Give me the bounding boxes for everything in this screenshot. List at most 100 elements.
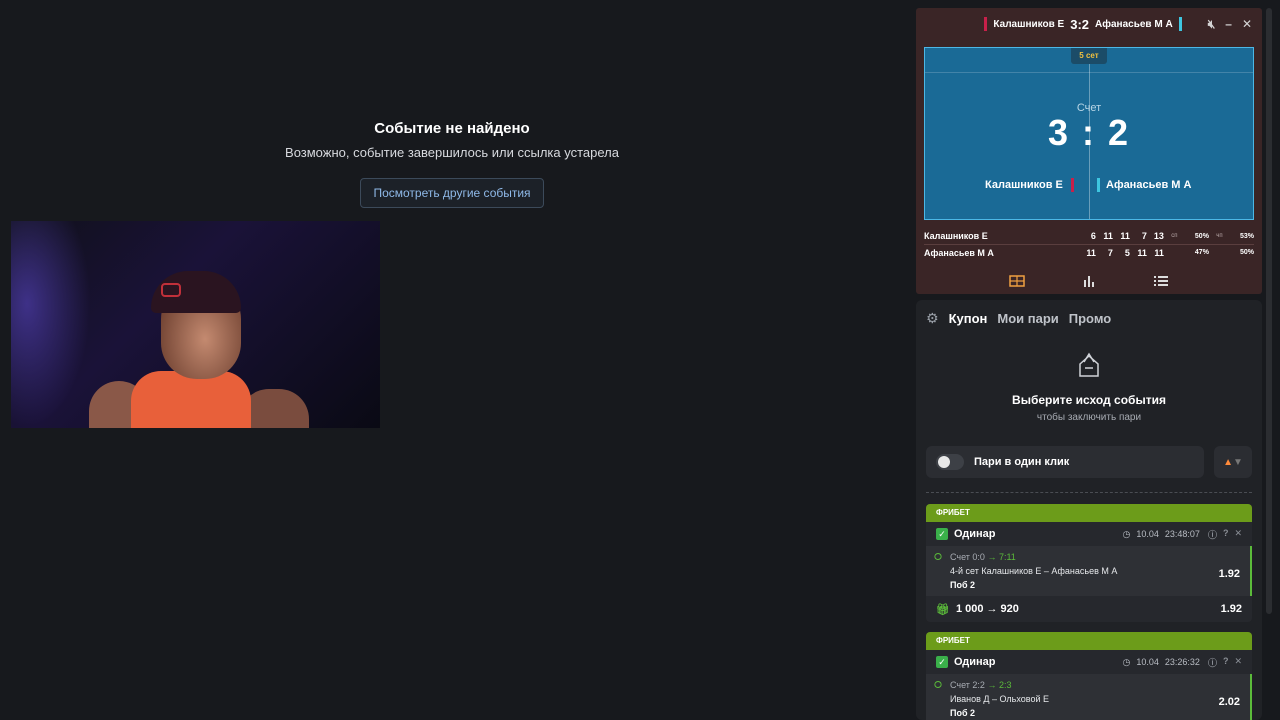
tab-coupon[interactable]: Купон — [949, 311, 988, 326]
help-icon[interactable]: ? — [1223, 528, 1229, 541]
stat-label: сп — [1171, 233, 1178, 239]
stat-pct: 53% — [1240, 232, 1255, 240]
scoreboard-tabs — [916, 268, 1262, 294]
clock-icon: ◷ — [1122, 528, 1131, 539]
stat-pct: 50% — [1194, 232, 1209, 240]
bet-actions: ⓘ ? ✕ — [1208, 656, 1242, 669]
set-value: 13 — [1153, 231, 1164, 241]
close-icon[interactable]: ✕ — [1234, 656, 1242, 669]
arrow-icon: → — [986, 603, 998, 615]
score-text: Счет 0:0 — [950, 552, 985, 562]
set-player-name: Калашников Е — [924, 231, 988, 241]
set-badge: 5 сет — [1071, 48, 1107, 64]
info-icon[interactable]: ⓘ — [1208, 656, 1217, 669]
sum-odds: 1.92 — [1220, 603, 1242, 615]
one-click-bet-toggle[interactable]: Пари в один клик — [926, 446, 1204, 478]
player1-color-mark — [1070, 178, 1074, 192]
set-value: 7 — [1107, 247, 1113, 258]
stat-pct: 47% — [1194, 249, 1209, 256]
header-player1: Калашников Е — [993, 18, 1065, 30]
gear-icon[interactable]: ⚙ — [926, 310, 939, 327]
bet-score: Счет 2:2 → 2:3 — [950, 680, 1240, 690]
minimize-icon[interactable]: – — [1225, 17, 1232, 32]
set-value: 7 — [1141, 231, 1147, 241]
divider — [926, 492, 1252, 493]
coupon-tabs: ⚙ Купон Мои пари Промо — [926, 310, 1111, 327]
player2-color-mark — [1178, 17, 1182, 31]
close-icon[interactable]: ✕ — [1242, 17, 1252, 32]
set-value: 6 — [1090, 231, 1096, 241]
bet-score: Счет 0:0 → 7:11 — [950, 552, 1240, 562]
bet-odds: 2.02 — [1218, 696, 1240, 708]
set-value: 11 — [1103, 231, 1113, 241]
check-icon: ✓ — [936, 528, 948, 540]
close-icon[interactable]: ✕ — [1234, 528, 1242, 541]
bet-timestamp: ◷ 10.04 23:48:07 — [1123, 529, 1200, 540]
court-visual: 5 сет Счет 3 : 2 Калашников Е Афанасьев … — [924, 47, 1254, 220]
help-icon[interactable]: ? — [1223, 656, 1229, 669]
tab-promo[interactable]: Промо — [1069, 311, 1111, 326]
stat-pct: 50% — [1240, 249, 1255, 256]
bet-card[interactable]: ФРИБЕТ ✓ Одинар ◷ 10.04 23:48:07 ⓘ ? ✕ ⭘ — [926, 504, 1252, 622]
freebet-label: ФРИБЕТ — [926, 632, 1252, 650]
court-player1-name: Калашников Е — [985, 179, 1063, 191]
set-value: 11 — [1086, 247, 1096, 258]
page-scrollbar[interactable] — [1266, 8, 1272, 614]
bet-type-row: ✓ Одинар ◷ 10.04 23:26:32 ⓘ ? ✕ — [926, 650, 1252, 674]
tab-my-bets[interactable]: Мои пари — [997, 311, 1058, 326]
player2-color-mark — [1097, 178, 1100, 192]
set-value: 11 — [1154, 247, 1164, 258]
stat-label: чп — [1216, 233, 1223, 239]
view-other-events-button[interactable]: Посмотреть другие события — [360, 178, 544, 208]
tennis-icon: ⭘ — [934, 552, 942, 563]
tennis-icon: ⭘ — [934, 680, 942, 691]
gift-icon: 🎁︎ — [936, 603, 950, 616]
scoreboard-header: Калашников Е 3:2 Афанасьев М А 🔇︎ – ✕ — [916, 8, 1262, 40]
webcam-person-shirt — [131, 371, 251, 428]
bet-timestamp: ◷ 10.04 23:26:32 — [1123, 657, 1200, 668]
scoreboard-grid-icon[interactable] — [1009, 275, 1025, 287]
coupon-panel: ⚙ Купон Мои пари Промо Выберите исход со… — [916, 300, 1262, 720]
toggle-switch[interactable] — [936, 454, 964, 470]
bet-date: 10.04 — [1136, 657, 1159, 667]
score-text: Счет 2:2 — [950, 680, 985, 690]
sum-from: 1 000 — [955, 603, 984, 615]
court-player2-name: Афанасьев М А — [1106, 179, 1192, 191]
bet-pick: Поб 2 — [950, 708, 976, 718]
info-icon[interactable]: ⓘ — [1208, 528, 1217, 541]
score-arrow: → 2:3 — [987, 680, 1012, 690]
not-found-title: Событие не найдено — [374, 120, 530, 137]
set-value: 11 — [1137, 247, 1147, 258]
header-score: 3:2 — [1070, 16, 1090, 32]
sort-icon[interactable]: ▲ ▼ — [1214, 446, 1252, 478]
bet-type-row: ✓ Одинар ◷ 10.04 23:48:07 ⓘ ? ✕ — [926, 522, 1252, 546]
stats-chart-icon[interactable] — [1081, 275, 1097, 287]
bet-card[interactable]: ФРИБЕТ ✓ Одинар ◷ 10.04 23:26:32 ⓘ ? ✕ ⭘ — [926, 632, 1252, 720]
bet-type: Одинар — [954, 528, 996, 540]
bet-selection: ⭘ Счет 2:2 → 2:3 Иванов Д – Ольховой Е П… — [926, 674, 1252, 720]
set-row: Афанасьев М А 11 7 5 11 11 47% 50% — [924, 244, 1254, 260]
check-icon: ✓ — [936, 656, 948, 668]
player1-color-mark — [984, 17, 988, 31]
bet-time: 23:48:07 — [1164, 529, 1200, 539]
bet-odds: 1.92 — [1218, 568, 1240, 580]
set-player-name: Афанасьев М А — [924, 247, 994, 258]
bet-time: 23:26:32 — [1164, 657, 1200, 667]
list-icon[interactable] — [1153, 275, 1169, 287]
bet-actions: ⓘ ? ✕ — [1208, 528, 1242, 541]
one-click-label: Пари в один клик — [974, 456, 1070, 468]
clock-icon: ◷ — [1122, 656, 1131, 667]
mute-icon[interactable]: 🔇︎ — [1208, 17, 1216, 32]
scoreboard-controls: 🔇︎ – ✕ — [1208, 17, 1252, 32]
bet-date: 10.04 — [1136, 529, 1159, 539]
bet-selection: ⭘ Счет 0:0 → 7:11 4-й сет Калашников Е –… — [926, 546, 1252, 596]
set-value: 5 — [1124, 247, 1130, 258]
court-player2: Афанасьев М А — [1097, 178, 1191, 192]
scoreboard: Калашников Е 3:2 Афанасьев М А 🔇︎ – ✕ 5 … — [916, 8, 1262, 294]
court-player1: Калашников Е — [985, 178, 1074, 192]
set-values: 11 7 5 11 11 — [1068, 248, 1164, 258]
webcam-light — [11, 221, 91, 428]
score-arrow: → 7:11 — [987, 552, 1016, 562]
bet-event: 4-й сет Калашников Е – Афанасьев М А — [950, 566, 1118, 576]
not-found-message: Событие не найдено Возможно, событие зав… — [262, 120, 642, 208]
